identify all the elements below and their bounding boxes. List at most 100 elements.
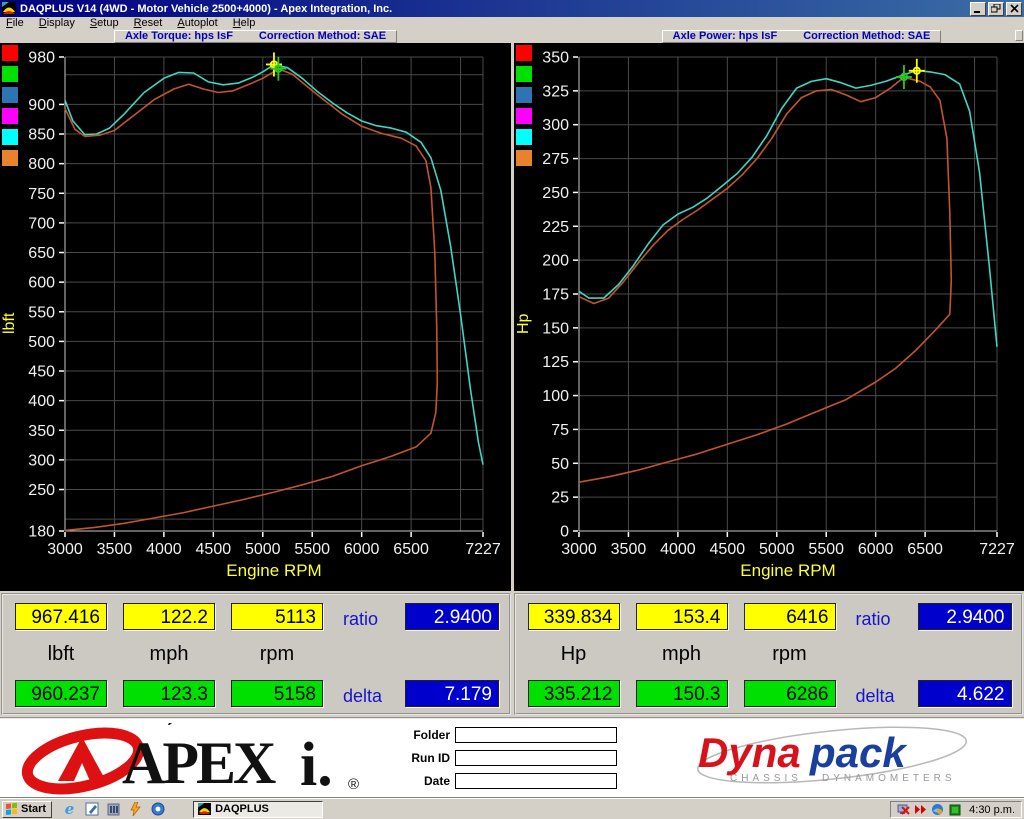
- lan-status-icon[interactable]: [948, 803, 961, 816]
- x-tick-label: 3000: [561, 541, 597, 558]
- torque-cursor1-mph[interactable]: 122.2: [123, 603, 215, 630]
- legend-swatch-5[interactable]: [516, 150, 532, 166]
- x-tick-label: 6500: [393, 541, 429, 558]
- y-tick-label: 700: [28, 215, 55, 232]
- legend-swatch-3[interactable]: [516, 108, 532, 124]
- x-tick-label: 3500: [610, 541, 646, 558]
- torque-cursor1-rpm[interactable]: 5113: [231, 603, 323, 630]
- run-id-input[interactable]: [455, 750, 617, 766]
- clock[interactable]: 4:30 p.m.: [969, 804, 1015, 816]
- restore-button[interactable]: [988, 2, 1004, 16]
- legend-swatch-1[interactable]: [516, 66, 532, 82]
- date-label: Date: [398, 774, 450, 788]
- close-button[interactable]: [1006, 2, 1022, 16]
- power-cursor1-value[interactable]: 339.834: [528, 603, 620, 630]
- x-tick-label: 6000: [857, 541, 893, 558]
- menu-file[interactable]: File: [6, 17, 31, 29]
- y-tick-label: 200: [542, 253, 569, 270]
- globe-status-icon[interactable]: [931, 803, 944, 816]
- y-tick-label: 250: [28, 482, 55, 499]
- fast-forward-icon[interactable]: [914, 803, 927, 816]
- power-cursor2-value[interactable]: 335.212: [528, 680, 620, 707]
- y-tick-label: 500: [28, 334, 55, 351]
- power-cursor1-mph[interactable]: 153.4: [636, 603, 728, 630]
- torque-delta-value[interactable]: 7.179: [405, 680, 499, 707]
- torque-ratio-label: ratio: [343, 609, 378, 630]
- y-tick-label: 50: [551, 456, 569, 473]
- legend-swatch-0[interactable]: [2, 45, 18, 61]
- run-info-form: Folder Run ID Date: [398, 727, 617, 796]
- legend-swatch-1[interactable]: [2, 66, 18, 82]
- strip-grip: [1015, 30, 1023, 41]
- y-tick-label: 175: [542, 287, 569, 304]
- y-tick-label: 75: [551, 422, 569, 439]
- x-tick-label: 7227: [465, 541, 501, 558]
- torque-cursor2-rpm[interactable]: 5158: [231, 680, 323, 707]
- chart-canvas[interactable]: 9809008508007507006506005505004504003503…: [0, 43, 510, 591]
- media-player-icon[interactable]: [106, 802, 121, 817]
- app-icon: [2, 2, 16, 15]
- task-button-daqplus[interactable]: DAQPLUS: [193, 801, 323, 818]
- daqplus-task-icon: [198, 803, 211, 815]
- y-tick-label: 225: [542, 219, 569, 236]
- y-tick-label: 400: [28, 393, 55, 410]
- x-tick-label: 4000: [146, 541, 182, 558]
- x-tick-label: 5000: [245, 541, 281, 558]
- x-tick-label: 5500: [808, 541, 844, 558]
- messenger-icon[interactable]: [150, 802, 165, 817]
- x-tick-label: 4500: [709, 541, 745, 558]
- x-tick-label: 6000: [344, 541, 380, 558]
- system-tray: 4:30 p.m.: [890, 801, 1022, 818]
- minimize-button[interactable]: [970, 2, 986, 16]
- winamp-icon[interactable]: [128, 802, 143, 817]
- date-input[interactable]: [455, 773, 617, 789]
- internet-explorer-icon[interactable]: e: [62, 802, 77, 817]
- torque-chart[interactable]: 9809008508007507006506005505004504003503…: [0, 43, 511, 591]
- legend-swatch-5[interactable]: [2, 150, 18, 166]
- x-tick-label: 3500: [97, 541, 133, 558]
- power-delta-value[interactable]: 4.622: [918, 680, 1012, 707]
- torque-cursor2-mph[interactable]: 123.3: [123, 680, 215, 707]
- data-row: 967.416 122.2 5113 ratio 2.9400 lbft mph…: [0, 591, 1024, 717]
- power-cursor1-rpm[interactable]: 6416: [744, 603, 836, 630]
- menu-bar: File Display Setup Reset Autoplot Help: [0, 17, 1024, 29]
- y-tick-label: 300: [542, 117, 569, 134]
- power-cursor2-rpm[interactable]: 6286: [744, 680, 836, 707]
- legend-swatch-4[interactable]: [516, 129, 532, 145]
- torque-chart-title: Axle Torque: hps IsF: [125, 30, 233, 42]
- legend-swatch-3[interactable]: [2, 108, 18, 124]
- menu-setup[interactable]: Setup: [90, 17, 126, 29]
- power-data-panel: 339.834 153.4 6416 ratio 2.9400 Hp mph r…: [514, 593, 1024, 715]
- torque-ratio-value[interactable]: 2.9400: [405, 603, 499, 630]
- power-ratio-value[interactable]: 2.9400: [918, 603, 1012, 630]
- torque-correction-method: Correction Method: SAE: [259, 30, 386, 42]
- power-legend: [516, 45, 532, 166]
- legend-swatch-4[interactable]: [2, 129, 18, 145]
- power-correction-method: Correction Method: SAE: [803, 30, 930, 42]
- power-chart[interactable]: 3503253002752502252001751501251007550250…: [514, 43, 1024, 591]
- menu-display[interactable]: Display: [39, 17, 82, 29]
- start-button[interactable]: Start: [2, 801, 52, 818]
- y-tick-label: 250: [542, 185, 569, 202]
- menu-help[interactable]: Help: [233, 17, 263, 29]
- rpm-unit: rpm: [231, 643, 323, 666]
- chart-canvas[interactable]: 3503253002752502252001751501251007550250…: [514, 43, 1024, 591]
- torque-cursor2-value[interactable]: 960.237: [15, 680, 107, 707]
- y-tick-label: 125: [542, 354, 569, 371]
- legend-swatch-2[interactable]: [2, 87, 18, 103]
- compose-mail-icon[interactable]: [84, 802, 99, 817]
- menu-autoplot[interactable]: Autoplot: [177, 17, 224, 29]
- legend-swatch-0[interactable]: [516, 45, 532, 61]
- power-cursor2-mph[interactable]: 150.3: [636, 680, 728, 707]
- network-error-icon[interactable]: [897, 803, 910, 816]
- legend-swatch-2[interactable]: [516, 87, 532, 103]
- svg-text:Dyna: Dyna: [698, 729, 801, 776]
- folder-label: Folder: [398, 728, 450, 742]
- y-tick-label: 550: [28, 304, 55, 321]
- menu-reset[interactable]: Reset: [134, 17, 170, 29]
- y-tick-label: 350: [542, 50, 569, 67]
- torque-cursor1-value[interactable]: 967.416: [15, 603, 107, 630]
- x-tick-label: 5500: [294, 541, 330, 558]
- folder-input[interactable]: [455, 727, 617, 743]
- y-tick-label: 800: [28, 156, 55, 173]
